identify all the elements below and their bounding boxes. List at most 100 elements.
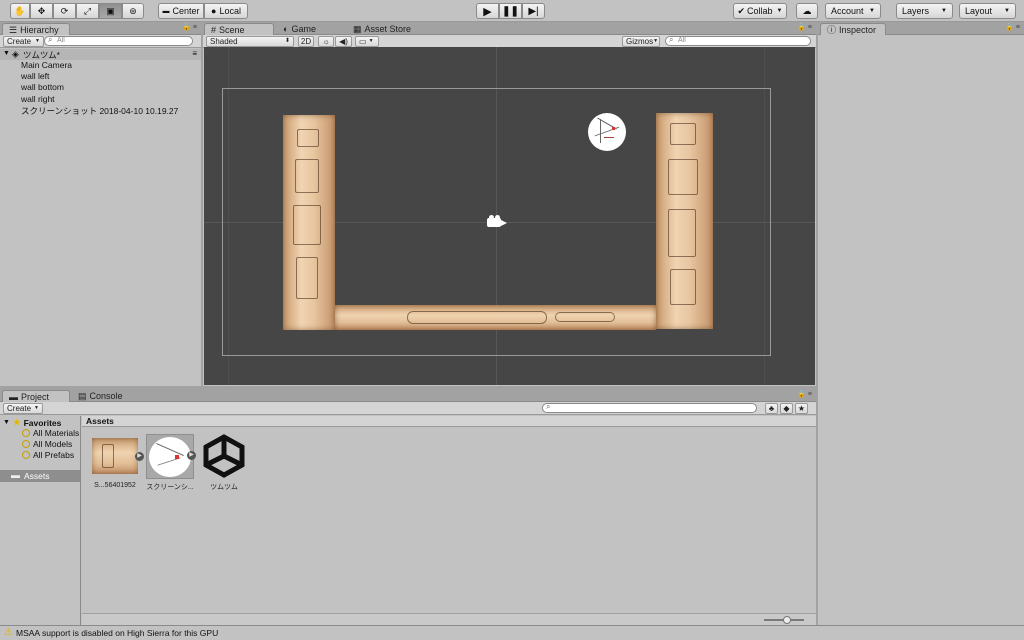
panel-menu-icon[interactable]: 🔒 ≡ (797, 390, 812, 398)
hierarchy-item[interactable]: スクリーンショット 2018-04-10 10.19.27 (21, 105, 178, 117)
cloud-icon: ☁ (802, 5, 812, 16)
globe-icon: ● (211, 6, 217, 16)
hierarchy-item[interactable]: wall right (21, 94, 55, 104)
expand-arrow-icon[interactable]: ▶ (187, 451, 196, 460)
dropdown-arrow-icon: ▼ (653, 38, 659, 44)
play-icon: ▶ (483, 5, 492, 18)
asset-label: S...56401952 (94, 482, 136, 489)
hierarchy-item[interactable]: wall left (21, 71, 49, 81)
wall-bottom-sprite[interactable] (335, 305, 656, 330)
dropdown-arrow-icon: ▼ (941, 8, 947, 14)
wall-right-sprite[interactable] (656, 113, 713, 329)
speaker-icon: ◀) (339, 37, 348, 46)
scale-tool-button[interactable]: ⤢ (76, 3, 99, 19)
dropdown-arrow-icon: ▼ (869, 8, 875, 14)
panel-menu-icon[interactable]: 🔒 ≡ (797, 23, 812, 31)
transform-tool-button[interactable]: ⊛ (122, 3, 144, 19)
filter-type-button[interactable]: ♣ (765, 403, 778, 414)
dropdown-arrow-icon: ▼ (1004, 8, 1010, 14)
asset-grid: ▶ S...56401952 ▶ スクリーンシ... ツムツム (82, 428, 816, 613)
scene-viewport[interactable] (204, 47, 815, 385)
favorites-header[interactable]: ▼ ★ Favorites (3, 417, 61, 428)
hierarchy-item[interactable]: Main Camera (21, 60, 72, 70)
effects-dropdown[interactable]: ▭ ▼ (355, 36, 379, 47)
search-icon (22, 451, 30, 459)
project-search-input[interactable] (542, 403, 757, 413)
status-message[interactable]: MSAA support is disabled on High Sierra … (16, 626, 218, 640)
star-icon: ★ (12, 417, 21, 427)
tab-game[interactable]: ◐ Game (277, 23, 322, 35)
favorite-all-models[interactable]: All Models (22, 439, 72, 449)
step-button[interactable]: ▶| (522, 3, 545, 19)
type-filter-icon: ♣ (768, 404, 775, 413)
favorite-all-prefabs[interactable]: All Prefabs (22, 450, 74, 460)
rect-tool-button[interactable]: ▣ (99, 3, 122, 19)
tab-console[interactable]: ▤ Console (72, 390, 129, 402)
tab-asset-store[interactable]: ▦ Asset Store (347, 23, 417, 35)
pivot-icon: ▬ (162, 7, 170, 15)
hand-tool-button[interactable]: ✋ (10, 3, 30, 19)
project-create-button[interactable]: Create ▼ (3, 403, 43, 414)
breadcrumb[interactable]: Assets (86, 416, 114, 426)
scene-grid-icon: # (211, 24, 217, 35)
play-button[interactable]: ▶ (476, 3, 499, 19)
asset-thumbnail-screenshot[interactable]: ▶ (146, 434, 196, 479)
check-icon: ✔ (737, 5, 746, 16)
hierarchy-create-button[interactable]: Create ▼ (3, 36, 44, 47)
hierarchy-item[interactable]: wall bottom (21, 82, 64, 92)
collab-dropdown[interactable]: ✔ Collab ▼ (733, 3, 787, 19)
2d-toggle-button[interactable]: 2D (298, 36, 314, 47)
tab-inspector[interactable]: ⓘ Inspector (820, 23, 886, 35)
expand-arrow-icon: ▼ (3, 419, 10, 426)
layers-dropdown[interactable]: Layers ▼ (896, 3, 953, 19)
space-toggle-button[interactable]: ● Local (204, 3, 248, 19)
assets-folder-row[interactable]: ▬ Assets (0, 470, 80, 482)
search-icon (22, 429, 30, 437)
scene-menu-icon[interactable]: ≡ (192, 49, 197, 58)
lighting-toggle[interactable]: ☼ (318, 36, 334, 47)
tab-scene[interactable]: # Scene (204, 23, 274, 35)
cloud-button[interactable]: ☁ (796, 3, 818, 19)
pivot-toggle-button[interactable]: ▬ Center (158, 3, 204, 19)
favorite-all-materials[interactable]: All Materials (22, 428, 79, 438)
gizmos-dropdown[interactable]: Gizmos ▼ (622, 36, 660, 47)
scene-row[interactable]: ▼ ◈ ツムツム* ≡ (0, 49, 201, 60)
move-tool-button[interactable]: ✥ (30, 3, 53, 19)
hierarchy-search-input[interactable]: All (44, 36, 193, 46)
expand-arrow-icon[interactable]: ▼ (3, 50, 10, 57)
expand-arrow-icon[interactable]: ▶ (135, 452, 144, 461)
dropdown-arrow-icon: ▼ (34, 405, 39, 411)
filter-label-button[interactable]: ◆ (780, 403, 793, 414)
folder-icon: ▬ (9, 391, 18, 402)
status-bar: ⚠ MSAA support is disabled on High Sierr… (0, 625, 1024, 640)
pause-button[interactable]: ❚❚ (499, 3, 522, 19)
account-dropdown[interactable]: Account ▼ (825, 3, 881, 19)
asset-thumbnail-wood[interactable]: ▶ (92, 438, 144, 474)
camera-gizmo-icon[interactable] (487, 215, 509, 229)
image-icon: ▭ (359, 37, 367, 46)
move-icon: ✥ (37, 5, 46, 16)
search-icon (22, 440, 30, 448)
tab-hierarchy[interactable]: ☰ Hierarchy (2, 23, 70, 35)
panel-menu-icon[interactable]: 🔒 ≡ (1005, 23, 1020, 31)
asset-label: スクリーンシ... (146, 484, 194, 491)
warning-icon: ⚠ (4, 627, 13, 638)
info-icon: ⓘ (827, 24, 837, 35)
panel-menu-icon[interactable]: 🔒 ≡ (182, 23, 197, 31)
asset-label: ツムツム (210, 484, 238, 491)
shading-mode-dropdown[interactable]: Shaded ⬍ (206, 36, 294, 47)
screenshot-circle-sprite[interactable] (588, 113, 626, 151)
slider-handle[interactable] (783, 616, 791, 624)
rotate-tool-button[interactable]: ⟳ (53, 3, 76, 19)
main-toolbar: ✋ ✥ ⟳ ⤢ ▣ ⊛ ▬ Center ● Local ▶ ❚❚ ▶| ✔ Coll… (0, 0, 1024, 22)
scene-search-input[interactable]: All (665, 36, 811, 46)
audio-toggle[interactable]: ◀) (335, 36, 352, 47)
tab-project[interactable]: ▬ Project (2, 390, 70, 402)
unity-scene-asset-icon[interactable] (202, 434, 246, 478)
favorite-button[interactable]: ★ (795, 403, 808, 414)
unity-scene-icon: ◈ (12, 49, 19, 59)
step-icon: ▶| (528, 5, 539, 17)
rotate-icon: ⟳ (60, 5, 69, 16)
wall-left-sprite[interactable] (283, 115, 335, 330)
layout-dropdown[interactable]: Layout ▼ (959, 3, 1016, 19)
